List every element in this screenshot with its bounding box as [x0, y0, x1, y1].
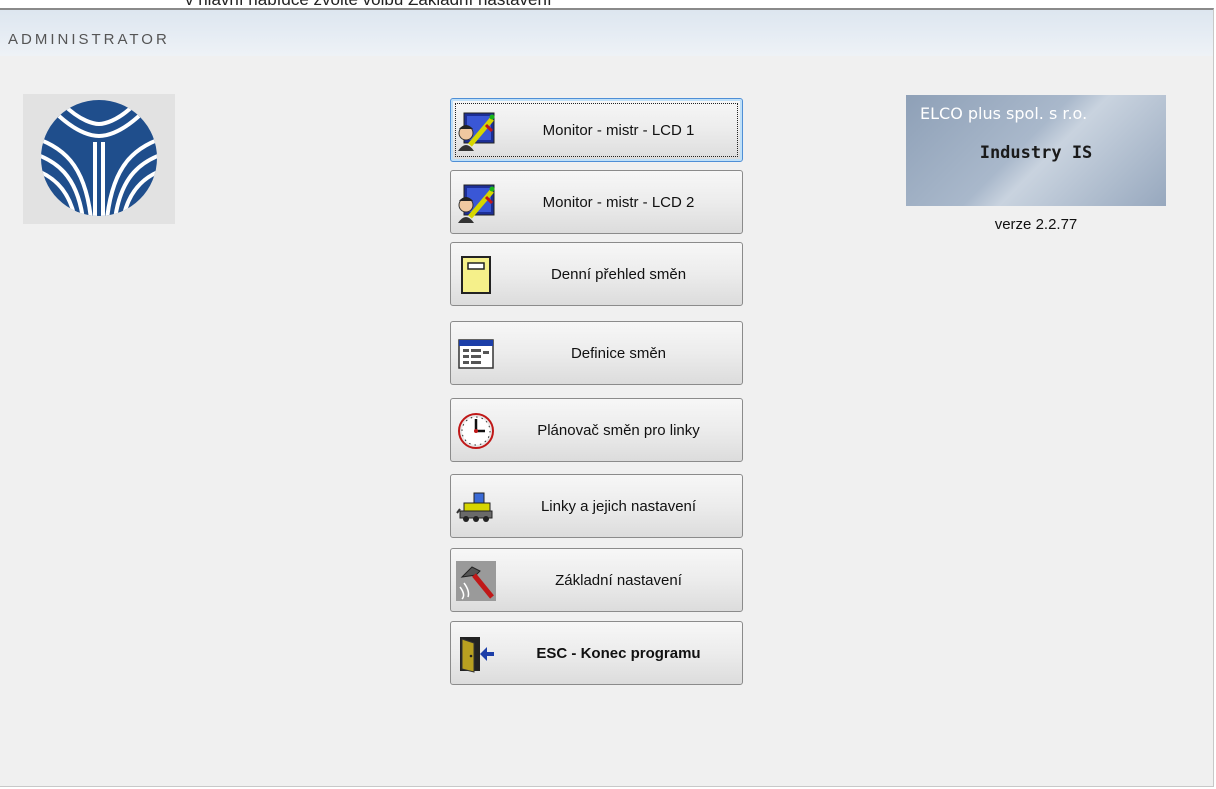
monitor-lcd2-button[interactable]: Monitor - mistr - LCD 2 — [450, 170, 743, 234]
hammer-icon — [456, 561, 496, 601]
notepad-icon — [456, 255, 496, 295]
daily-shift-overview-button[interactable]: Denní přehled směn — [450, 242, 743, 306]
clock-icon — [456, 411, 496, 451]
button-label: Definice směn — [570, 344, 667, 362]
exit-program-button[interactable]: ESC - Konec programu — [450, 621, 743, 685]
monitor-lcd1-button[interactable]: Monitor - mistr - LCD 1 — [450, 98, 743, 162]
exit-door-icon — [456, 634, 496, 674]
title-bar: ADMINISTRATOR — [0, 10, 1213, 56]
lines-settings-button[interactable]: Linky a jejich nastavení — [450, 474, 743, 538]
button-label: Linky a jejich nastavení — [540, 497, 697, 515]
basic-settings-button[interactable]: Základní nastavení — [450, 548, 743, 612]
window-title: ADMINISTRATOR — [8, 31, 170, 48]
table-window-icon — [456, 334, 496, 374]
button-label: ESC - Konec programu — [536, 644, 701, 662]
button-label: Základní nastavení — [555, 571, 682, 589]
company-logo-icon — [41, 100, 157, 216]
button-label: Plánovač směn pro linky — [537, 421, 700, 439]
button-label: Monitor - mistr - LCD 2 — [542, 193, 695, 211]
worker-monitor-icon — [456, 183, 496, 223]
machine-line-icon — [456, 487, 496, 527]
button-label: Monitor - mistr - LCD 1 — [542, 121, 695, 139]
main-window: ADMINISTRATOR Monitor - mistr - LCD 1 Mo… — [0, 8, 1214, 787]
worker-monitor-icon — [456, 111, 496, 151]
product-name: Industry IS — [979, 143, 1093, 163]
shift-planner-button[interactable]: Plánovač směn pro linky — [450, 398, 743, 462]
shift-definition-button[interactable]: Definice směn — [450, 321, 743, 385]
version-label: verze 2.2.77 — [994, 216, 1078, 233]
brand-banner: ELCO plus spol. s r.o. Industry IS — [906, 95, 1166, 206]
company-name: ELCO plus spol. s r.o. — [920, 104, 1088, 123]
button-label: Denní přehled směn — [550, 265, 687, 283]
company-logo — [23, 94, 175, 224]
